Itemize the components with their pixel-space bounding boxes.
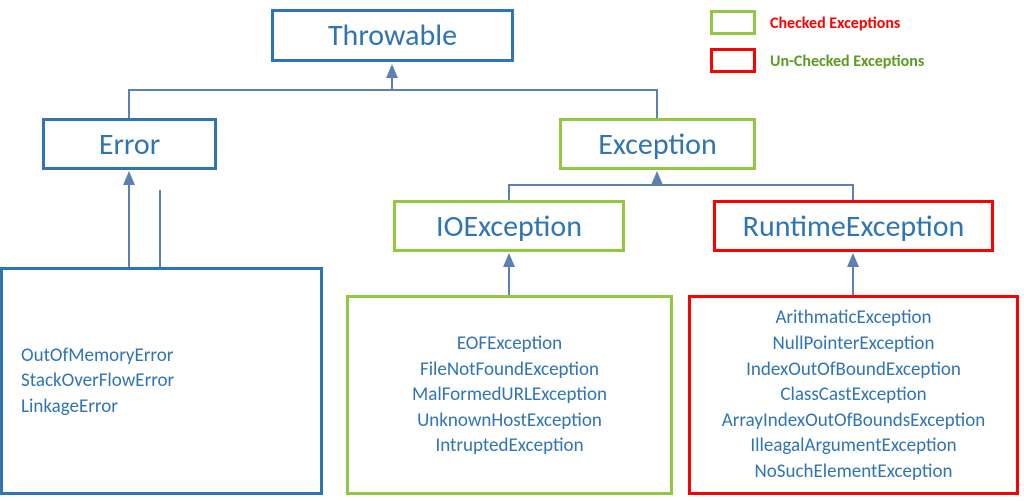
list-item: OutOfMemoryError xyxy=(21,343,173,369)
list-item: ClassCastException xyxy=(780,382,926,408)
legend-label-unchecked: Un-Checked Exceptions xyxy=(770,52,924,71)
list-item: FileNotFoundException xyxy=(420,357,599,383)
list-item: IlleagalArgumentException xyxy=(750,433,956,459)
list-ioexception-examples: EOFExceptionFileNotFoundExceptionMalForm… xyxy=(346,295,673,495)
list-item: IndexOutOfBoundException xyxy=(746,357,961,383)
list-item: MalFormedURLException xyxy=(412,382,607,408)
node-throwable-label: Throwable xyxy=(328,17,457,54)
list-item: UnknownHostException xyxy=(417,408,602,434)
legend-label-checked: Checked Exceptions xyxy=(770,14,900,33)
node-throwable: Throwable xyxy=(271,9,514,62)
list-runtime-examples: ArithmaticExceptionNullPointerExceptionI… xyxy=(688,295,1019,495)
list-item: ArithmaticException xyxy=(775,305,931,331)
list-item: NullPointerException xyxy=(773,331,935,357)
node-ioexception: IOException xyxy=(393,200,625,252)
list-item: LinkageError xyxy=(21,394,118,420)
list-item: IntruptedException xyxy=(435,433,583,459)
legend-swatch-checked xyxy=(710,10,756,35)
node-runtimeexception-label: RuntimeException xyxy=(743,208,965,245)
node-exception: Exception xyxy=(559,118,756,170)
list-error-examples: OutOfMemoryErrorStackOverFlowErrorLinkag… xyxy=(0,267,323,495)
node-ioexception-label: IOException xyxy=(436,208,582,245)
node-error: Error xyxy=(42,118,217,170)
node-exception-label: Exception xyxy=(598,126,717,163)
list-item: StackOverFlowError xyxy=(21,368,174,394)
node-error-label: Error xyxy=(99,126,160,163)
legend-swatch-unchecked xyxy=(710,48,756,73)
list-item: NoSuchElementException xyxy=(755,459,953,485)
list-item: ArrayIndexOutOfBoundsException xyxy=(722,408,985,434)
node-runtimeexception: RuntimeException xyxy=(713,200,994,252)
list-item: EOFException xyxy=(457,331,562,357)
